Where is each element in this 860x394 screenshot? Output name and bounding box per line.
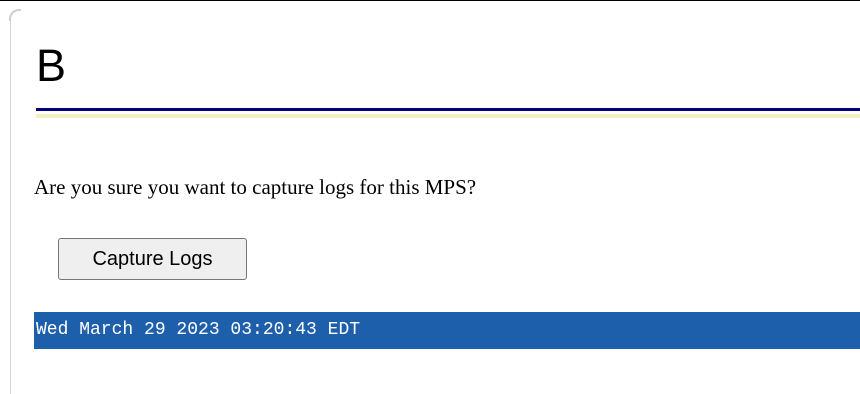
divider-primary-line [36, 108, 860, 111]
timestamp: Wed March 29 2023 03:20:43 EDT [36, 320, 361, 340]
divider-secondary-line [36, 114, 860, 118]
status-bar: Wed March 29 2023 03:20:43 EDT [34, 312, 860, 349]
frame-corner [9, 9, 21, 21]
capture-logs-button[interactable]: Capture Logs [58, 238, 247, 280]
confirmation-question: Are you sure you want to capture logs fo… [34, 175, 477, 199]
page-title: B [36, 40, 67, 91]
title-divider [36, 108, 860, 119]
window-top-border [0, 0, 860, 1]
